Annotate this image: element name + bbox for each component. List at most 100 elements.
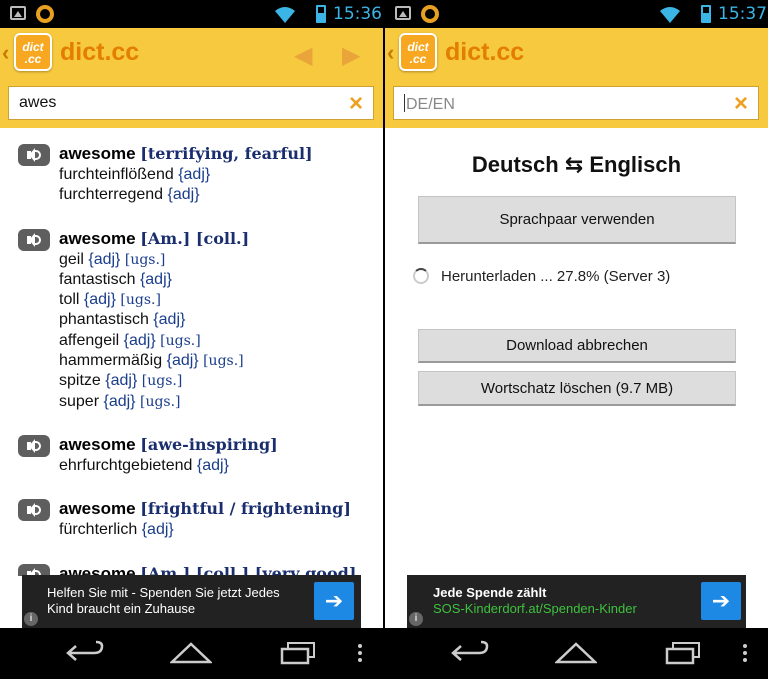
ad-arrow-button[interactable]: ➔ <box>701 582 741 620</box>
language-pair-title: Deutsch ⇆ Englisch <box>471 152 682 177</box>
use-language-pair-button[interactable]: Sprachpaar verwenden <box>418 196 736 244</box>
ad-info-icon[interactable]: i <box>409 612 423 626</box>
home-icon[interactable] <box>170 640 212 666</box>
dictcc-logo[interactable]: dict .cc <box>14 33 52 71</box>
grammar-tag: {adj} <box>178 166 211 183</box>
translation-line: furchterregend {adj} <box>59 186 200 204</box>
up-caret-icon[interactable]: ‹ <box>387 40 394 66</box>
translation-line: ehrfurchtgebietend {adj} <box>59 457 229 475</box>
search-row: DE/EN × <box>385 78 768 128</box>
app-notification-icon <box>421 5 439 23</box>
text-cursor <box>404 94 405 112</box>
entry-headword: awesome [frightful / frightening] <box>59 499 351 519</box>
translation-text: fürchterlich <box>59 521 138 539</box>
usage-tag: [ugs.] <box>141 373 183 390</box>
navigation-bar <box>385 628 768 679</box>
clear-icon[interactable]: × <box>734 90 748 118</box>
speaker-icon[interactable] <box>18 435 50 457</box>
ad-text: Helfen Sie mit - Spenden Sie jetzt Jedes… <box>47 585 280 616</box>
entry-headword: awesome [terrifying, fearful] <box>59 144 313 164</box>
headword-context: [terrifying, fearful] <box>140 144 313 163</box>
headword-context: [frightful / frightening] <box>140 499 351 519</box>
ad-arrow-button[interactable]: ➔ <box>314 582 354 620</box>
usage-tag: [ugs.] <box>203 353 244 370</box>
grammar-tag: {adj} <box>139 270 172 288</box>
overflow-menu-icon[interactable] <box>741 640 749 666</box>
headword-text: awesome <box>59 499 136 519</box>
recent-apps-icon[interactable] <box>665 640 701 666</box>
translation-line: phantastisch {adj} <box>59 311 185 329</box>
usage-tag: [ugs.] <box>160 332 201 349</box>
grammar-tag: {adj} <box>153 311 186 329</box>
search-row: awes × <box>0 78 383 128</box>
gallery-notification-icon <box>10 6 26 20</box>
translation-line: spitze {adj} [ugs.] <box>59 372 182 390</box>
next-arrow-icon[interactable]: ▶ <box>342 41 360 70</box>
translation-text: ehrfurchtgebietend <box>59 457 193 474</box>
usage-tag: [ugs.] <box>124 251 166 268</box>
ad-url[interactable]: SOS-Kinderdorf.at/Spenden-Kinder <box>433 601 637 617</box>
translation-text: fantastisch <box>59 270 136 288</box>
grammar-tag: {adj} <box>103 392 136 410</box>
translation-text: spitze <box>59 372 101 390</box>
translation-line: hammermäßig {adj} [ugs.] <box>59 352 244 370</box>
speaker-icon[interactable] <box>18 144 50 166</box>
app-title: dict.cc <box>60 38 140 66</box>
grammar-tag: {adj} <box>88 250 121 268</box>
speaker-icon[interactable] <box>18 499 50 522</box>
ad-banner[interactable]: Helfen Sie mit - Spenden Sie jetzt Jedes… <box>22 575 361 628</box>
translation-line: fürchterlich {adj} <box>59 521 174 539</box>
translation-text: toll <box>59 291 80 309</box>
ad-info-icon[interactable]: i <box>24 612 38 626</box>
clear-icon[interactable]: × <box>349 90 363 118</box>
status-bar: 15:37 <box>385 0 768 28</box>
right-screen: 15:37 ‹ dict .cc dict.cc DE/EN × Deutsch… <box>385 0 768 679</box>
wifi-icon <box>275 7 295 23</box>
action-bar: ‹ dict .cc dict.cc <box>385 28 768 78</box>
usage-tag: [ugs.] <box>139 393 181 410</box>
logo-text-line2: .cc <box>409 52 427 66</box>
headword-text: awesome <box>59 144 136 163</box>
battery-icon <box>701 5 711 23</box>
translation-line: affengeil {adj} [ugs.] <box>59 332 201 350</box>
up-caret-icon[interactable]: ‹ <box>2 40 9 66</box>
translation-text: phantastisch <box>59 311 149 329</box>
search-input[interactable]: DE/EN × <box>393 86 759 120</box>
home-icon[interactable] <box>555 640 597 666</box>
wifi-icon <box>660 7 680 23</box>
app-notification-icon <box>36 5 54 23</box>
search-placeholder: DE/EN <box>406 96 455 113</box>
grammar-tag: {adj} <box>166 352 199 370</box>
translation-text: affengeil <box>59 331 120 349</box>
navigation-bar <box>0 628 383 679</box>
search-value: awes <box>19 94 57 111</box>
grammar-tag: {adj} <box>83 291 116 309</box>
recent-apps-icon[interactable] <box>280 640 316 666</box>
translation-line: fantastisch {adj} <box>59 271 172 289</box>
dictcc-logo[interactable]: dict .cc <box>399 33 437 71</box>
overflow-menu-icon[interactable] <box>356 640 364 666</box>
ad-banner[interactable]: Jede Spende zählt SOS-Kinderdorf.at/Spen… <box>407 575 746 628</box>
translation-line: super {adj} [ugs.] <box>59 393 181 411</box>
grammar-tag: {adj} <box>196 457 229 474</box>
grammar-tag: {adj} <box>105 372 138 390</box>
headword-text: awesome <box>59 435 136 454</box>
status-time: 15:37 <box>718 4 767 24</box>
translation-line: geil {adj} [ugs.] <box>59 251 165 269</box>
grammar-tag: {adj} <box>167 186 200 204</box>
back-icon[interactable] <box>451 640 489 666</box>
cancel-download-button[interactable]: Download abbrechen <box>418 329 736 363</box>
grammar-tag: {adj} <box>141 521 174 539</box>
logo-text-line2: .cc <box>24 52 42 66</box>
speaker-icon[interactable] <box>18 228 50 251</box>
status-bar: 15:36 <box>0 0 383 28</box>
delete-vocabulary-button[interactable]: Wortschatz löschen (9.7 MB) <box>418 371 736 406</box>
headword-context: [awe-inspiring] <box>140 435 278 454</box>
translation-line: furchteinflößend {adj} <box>59 166 210 184</box>
previous-arrow-icon[interactable]: ◀ <box>294 41 312 70</box>
action-bar: ‹ dict .cc dict.cc ◀ ▶ <box>0 28 383 78</box>
back-icon[interactable] <box>66 640 104 666</box>
left-screen: 15:36 ‹ dict .cc dict.cc ◀ ▶ awes × awes… <box>0 0 383 679</box>
search-input[interactable]: awes × <box>8 86 374 120</box>
translation-line: toll {adj} [ugs.] <box>59 291 161 309</box>
